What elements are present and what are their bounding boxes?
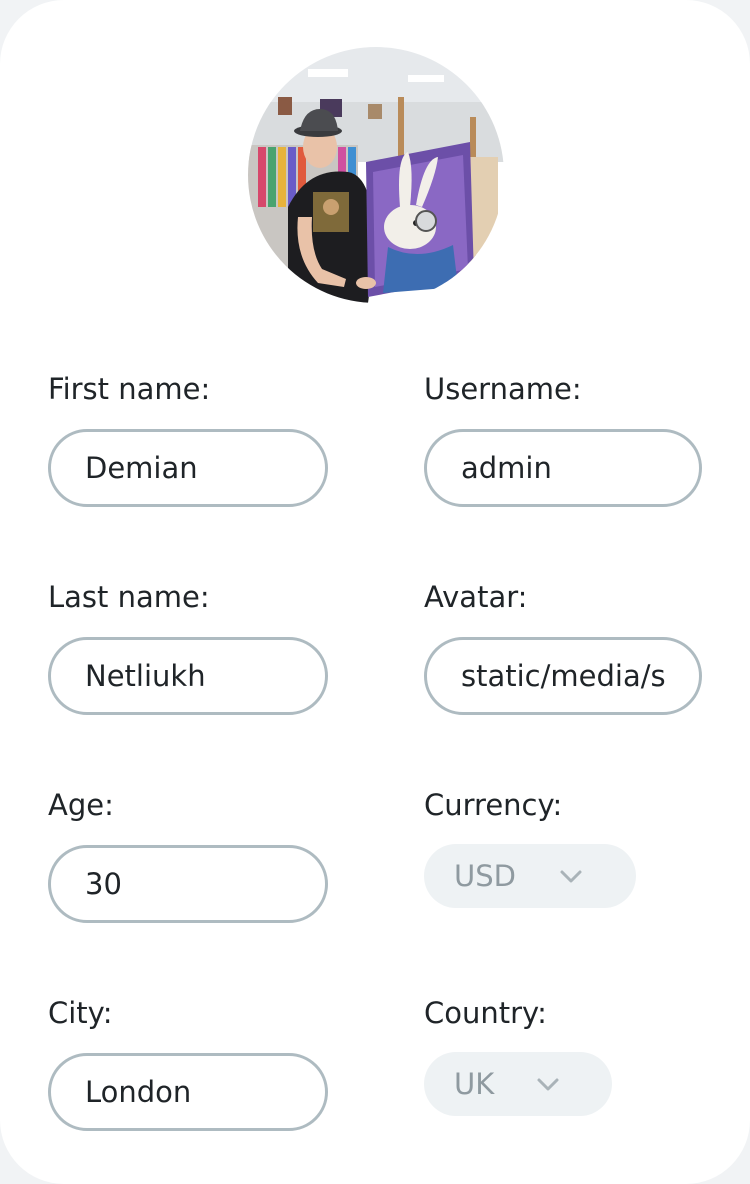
chevron-down-icon: [537, 1078, 559, 1091]
avatar-photo: [248, 47, 504, 303]
country-select[interactable]: UK: [424, 1052, 612, 1116]
avatar-value: static/media/sr: [461, 659, 667, 693]
city-value: London: [85, 1075, 192, 1109]
city-label: City:: [48, 996, 113, 1030]
currency-select[interactable]: USD: [424, 844, 636, 908]
country-value: UK: [454, 1067, 495, 1101]
age-input[interactable]: 30: [48, 845, 328, 923]
city-input[interactable]: London: [48, 1053, 328, 1131]
age-label: Age:: [48, 788, 114, 822]
currency-label: Currency:: [424, 788, 563, 822]
profile-card: First name: Demian Username: admin Last …: [0, 0, 750, 1184]
last-name-label: Last name:: [48, 580, 210, 614]
avatar-input[interactable]: static/media/sr: [424, 637, 702, 715]
username-value: admin: [461, 451, 552, 485]
last-name-input[interactable]: Netliukh: [48, 637, 328, 715]
first-name-label: First name:: [48, 372, 211, 406]
last-name-value: Netliukh: [85, 659, 206, 693]
first-name-value: Demian: [85, 451, 198, 485]
username-input[interactable]: admin: [424, 429, 702, 507]
avatar-label: Avatar:: [424, 580, 528, 614]
username-label: Username:: [424, 372, 582, 406]
profile-avatar[interactable]: [248, 47, 504, 303]
currency-value: USD: [454, 859, 516, 893]
chevron-down-icon: [560, 870, 582, 883]
age-value: 30: [85, 867, 122, 901]
first-name-input[interactable]: Demian: [48, 429, 328, 507]
country-label: Country:: [424, 996, 547, 1030]
